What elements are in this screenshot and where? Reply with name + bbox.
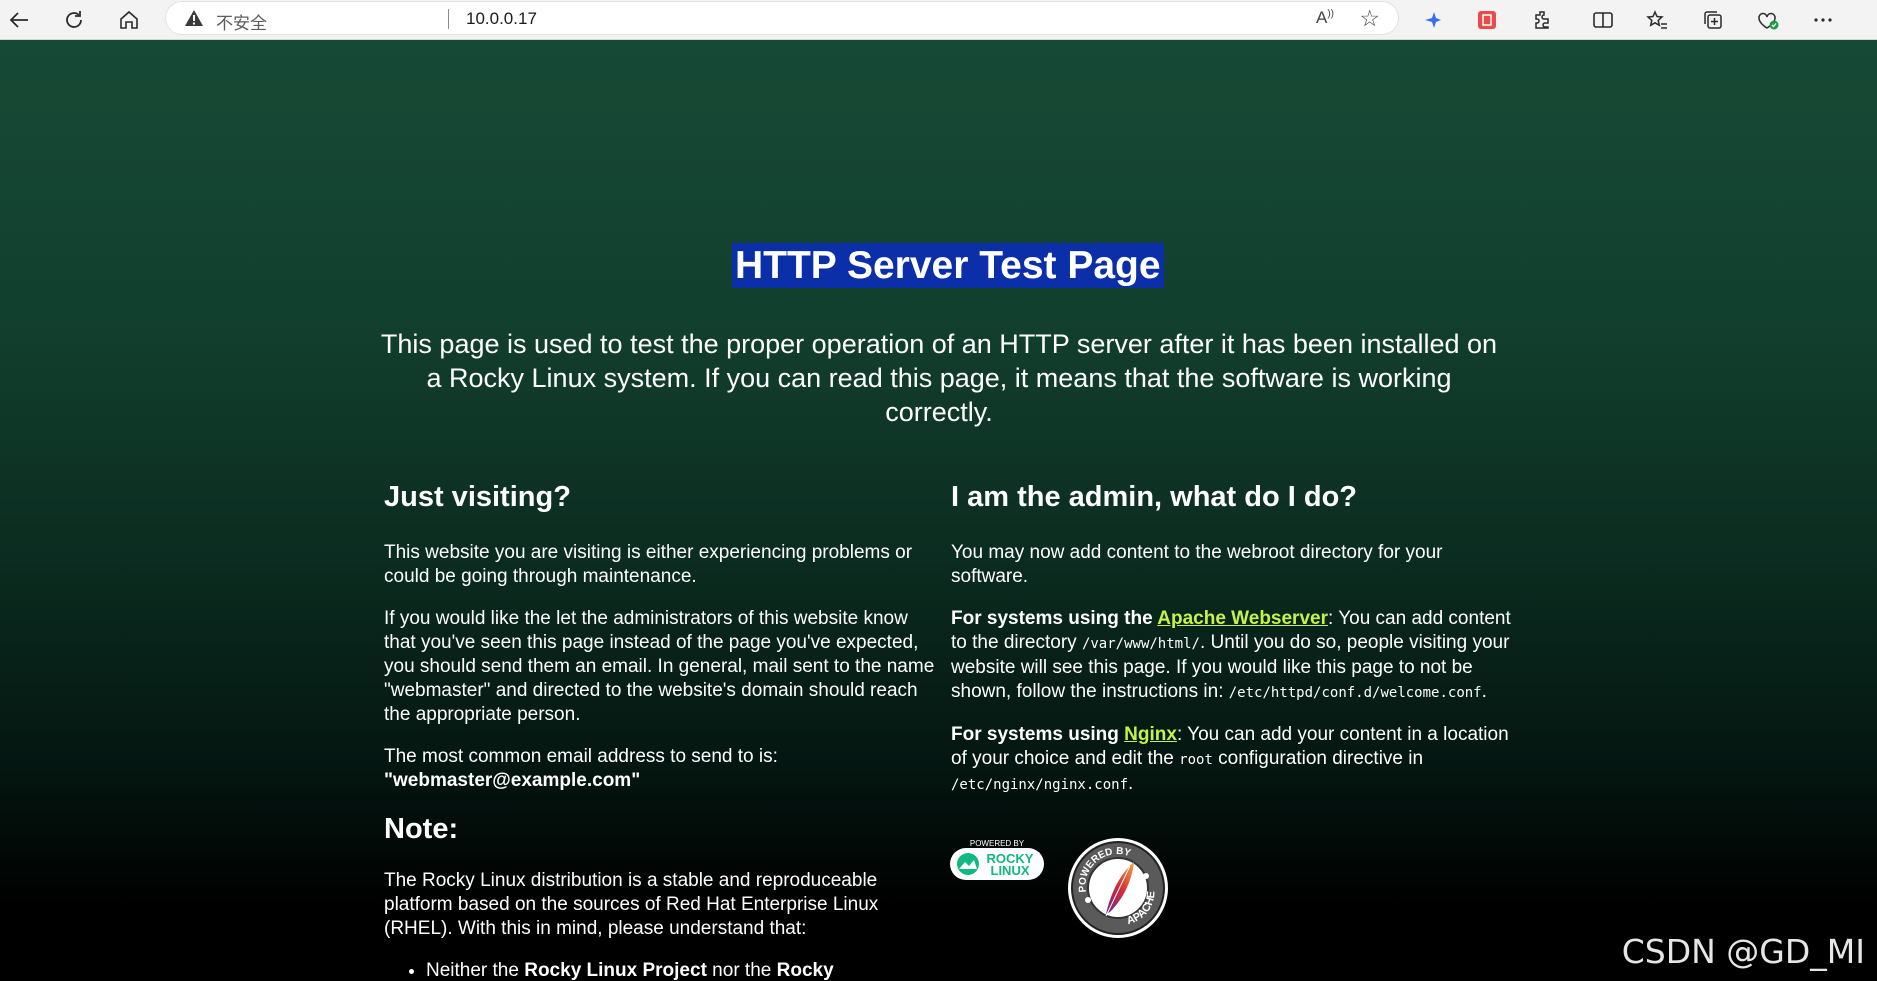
read-aloud-label: A [1315,8,1328,27]
apache-text-end: . [1481,681,1487,702]
left-column: Just visiting? This website you are visi… [384,479,944,981]
nginx-link[interactable]: Nginx [1124,724,1177,745]
favorite-star-icon[interactable]: ☆ [1359,5,1380,32]
admin-heading: I am the admin, what do I do? [951,481,1358,513]
admin-paragraph-1: You may now add content to the webroot d… [951,542,1443,587]
nginx-root-directive: root [1179,752,1213,768]
nginx-text-end: . [1128,773,1134,794]
linux-word: LINUX [991,863,1030,878]
nginx-paragraph: For systems using Nginx: You can add you… [951,723,1511,797]
apache-webserver-link[interactable]: Apache Webserver [1157,608,1328,629]
email-paragraph: The most common email address to send to… [384,745,944,793]
intro-text: This page is used to test the proper ope… [380,329,1498,427]
home-icon[interactable] [112,4,146,36]
apache-conf-path: /etc/httpd/conf.d/welcome.conf [1228,685,1482,701]
browser-essentials-icon[interactable] [1751,4,1785,36]
note-paragraph: The Rocky Linux distribution is a stable… [384,870,879,939]
extension-red-icon[interactable] [1470,4,1504,36]
security-label[interactable]: 不安全 [216,9,267,34]
web-page: HTTP Server Test Page This page is used … [0,40,1877,981]
visiting-paragraph-2: If you would like the let the administra… [384,608,935,725]
csdn-watermark: CSDN @GD_MI [1621,932,1865,971]
email-lead: The most common email address to send to… [384,746,778,767]
extensions-icon[interactable] [1526,4,1560,36]
refresh-icon[interactable] [57,4,91,36]
nginx-conf-path: /etc/nginx/nginx.conf [951,777,1129,793]
split-screen-icon[interactable] [1586,4,1620,36]
right-column: I am the admin, what do I do? You may no… [951,479,1511,815]
back-icon[interactable] [2,4,36,36]
list-item: Neither the Rocky Linux Project nor the … [426,959,944,981]
page-title: HTTP Server Test Page [732,243,1164,288]
bullet-text: nor the [706,960,777,981]
rocky-powered-by: POWERED BY [970,839,1025,848]
favorites-icon[interactable] [1640,4,1674,36]
note-list: Neither the Rocky Linux Project nor the … [384,959,944,981]
apache-dir-path: /var/www/html/ [1081,636,1200,652]
bullet-bold: Rocky [776,960,834,981]
rocky-linux-logo[interactable]: POWERED BY ROCKY LINUX [948,838,1046,884]
collections-icon[interactable] [1696,4,1730,36]
warning-icon[interactable] [184,8,204,33]
note-heading: Note: [384,813,459,845]
webmaster-email: "webmaster@example.com" [384,770,641,791]
bullet-bold: Rocky Linux Project [524,960,707,981]
extension-blue-icon[interactable] [1416,4,1450,36]
apache-paragraph: For systems using the Apache Webserver: … [951,607,1511,705]
nginx-lead: For systems using [951,724,1125,745]
url-text[interactable]: 10.0.0.17 [466,9,537,29]
apache-logo[interactable]: POWERED BY APACHE [1066,836,1170,940]
address-separator [448,9,449,29]
apache-lead: For systems using the [951,608,1158,629]
browser-toolbar: 不安全 10.0.0.17 A)) ☆ [0,0,1877,40]
bullet-text: Neither the [426,960,525,981]
address-bar[interactable]: 不安全 10.0.0.17 A)) ☆ [166,2,1398,34]
read-aloud-icon[interactable]: A)) [1316,8,1334,28]
visiting-heading: Just visiting? [384,481,571,513]
more-icon[interactable] [1806,4,1840,36]
visiting-paragraph-1: This website you are visiting is either … [384,542,913,587]
nginx-text: configuration directive in [1212,748,1424,769]
